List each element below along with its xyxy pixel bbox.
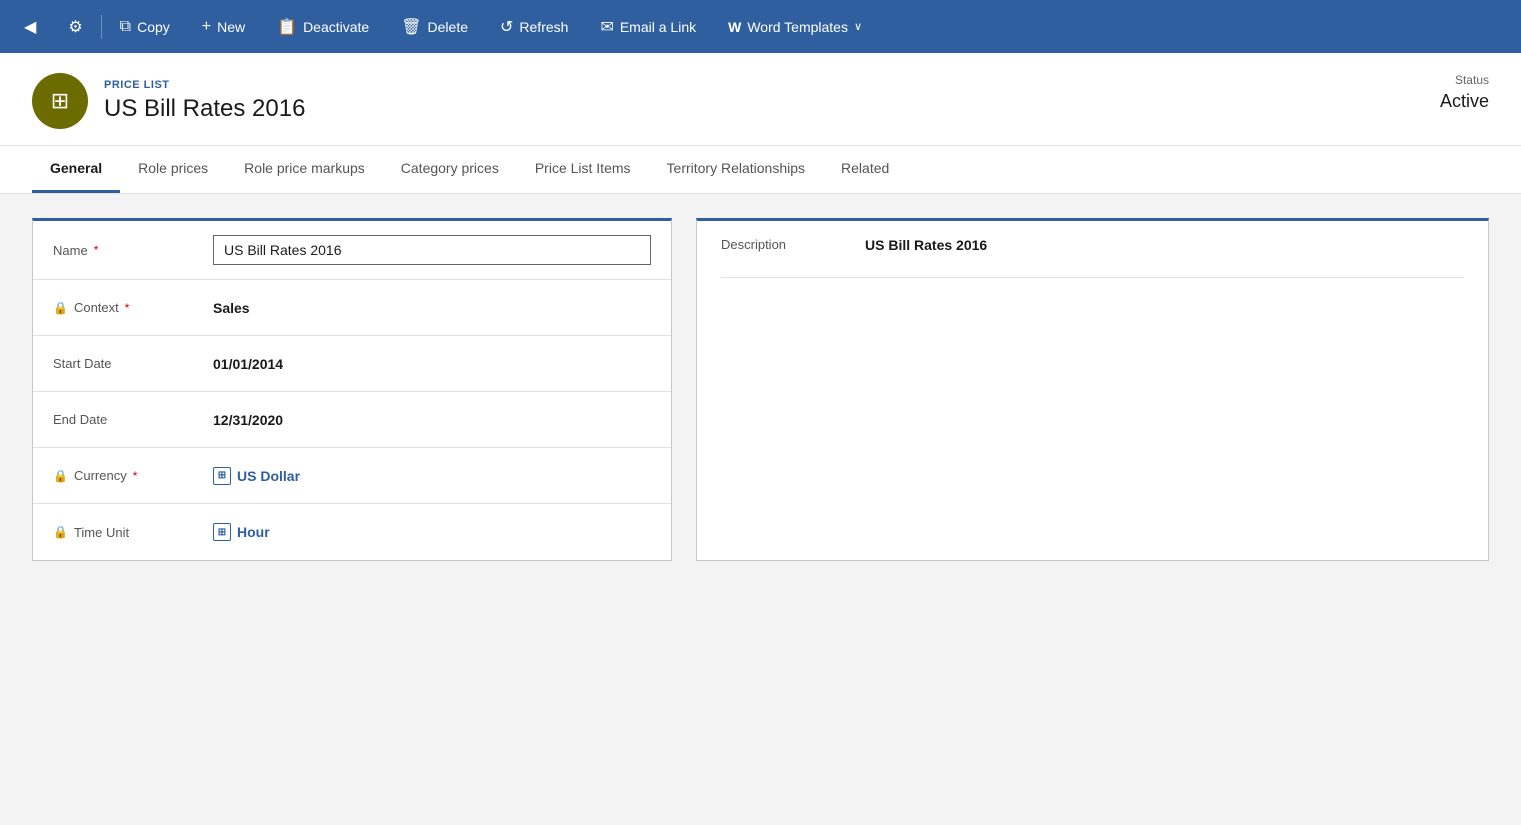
deactivate-icon: 📋: [277, 17, 297, 37]
tab-category-prices[interactable]: Category prices: [383, 146, 517, 193]
currency-required: *: [133, 469, 138, 483]
copy-label: Copy: [137, 19, 170, 35]
end-date-row: End Date 12/31/2020: [33, 392, 671, 448]
status-value: Active: [1440, 91, 1489, 112]
deactivate-button[interactable]: 📋 Deactivate: [261, 0, 385, 53]
end-date-label: End Date: [53, 412, 213, 427]
email-link-button[interactable]: ✉ Email a Link: [584, 0, 712, 53]
new-button[interactable]: + New: [186, 0, 261, 53]
header-right: Status Active: [1440, 73, 1489, 112]
refresh-button[interactable]: ↺ Refresh: [484, 0, 584, 53]
delete-label: Delete: [428, 19, 468, 35]
name-required: *: [94, 243, 99, 257]
tab-general[interactable]: General: [32, 146, 120, 193]
end-date-value: 12/31/2020: [213, 412, 651, 428]
header-section: ⊞ PRICE LIST US Bill Rates 2016 Status A…: [0, 53, 1521, 146]
entity-type: PRICE LIST: [104, 79, 305, 91]
tab-related[interactable]: Related: [823, 146, 907, 193]
entity-info: PRICE LIST US Bill Rates 2016: [104, 79, 305, 123]
copy-icon: ⧉: [120, 18, 131, 36]
time-unit-label-text: Time Unit: [74, 525, 129, 540]
name-row: Name *: [33, 221, 671, 280]
time-unit-value[interactable]: ⊞ Hour: [213, 523, 651, 541]
start-date-label-text: Start Date: [53, 356, 112, 371]
tab-price-list-items[interactable]: Price List Items: [517, 146, 649, 193]
entity-icon: ⊞: [32, 73, 88, 129]
description-row: Description US Bill Rates 2016: [697, 221, 1488, 269]
context-label: 🔒 Context *: [53, 300, 213, 315]
end-date-label-text: End Date: [53, 412, 107, 427]
back-icon: ◀: [24, 17, 36, 37]
settings-icon: ⚙: [68, 17, 82, 37]
email-icon: ✉: [600, 17, 613, 37]
back-button[interactable]: ◀: [8, 0, 52, 53]
settings-button[interactable]: ⚙: [52, 0, 98, 53]
chevron-down-icon: ∨: [854, 20, 862, 33]
currency-lookup-icon: ⊞: [213, 467, 231, 485]
delete-button[interactable]: 🗑 Delete: [385, 0, 484, 53]
context-lock-icon: 🔒: [53, 301, 68, 315]
header-left: ⊞ PRICE LIST US Bill Rates 2016: [32, 73, 305, 129]
tab-territory-relationships[interactable]: Territory Relationships: [649, 146, 824, 193]
status-label: Status: [1440, 73, 1489, 87]
refresh-label: Refresh: [519, 19, 568, 35]
tabs-container: General Role prices Role price markups C…: [0, 146, 1521, 194]
currency-label: 🔒 Currency *: [53, 468, 213, 483]
currency-label-text: Currency: [74, 468, 127, 483]
context-row: 🔒 Context * Sales: [33, 280, 671, 336]
tab-role-prices[interactable]: Role prices: [120, 146, 226, 193]
toolbar: ◀ ⚙ ⧉ Copy + New 📋 Deactivate 🗑 Delete ↺…: [0, 0, 1521, 53]
name-input[interactable]: [213, 235, 651, 265]
description-divider: [721, 277, 1464, 278]
toolbar-divider-1: [101, 15, 102, 39]
tab-role-price-markups[interactable]: Role price markups: [226, 146, 383, 193]
new-label: New: [217, 19, 245, 35]
description-panel: Description US Bill Rates 2016: [696, 218, 1489, 561]
time-unit-lookup-icon: ⊞: [213, 523, 231, 541]
word-icon: W: [728, 19, 741, 35]
entity-icon-symbol: ⊞: [51, 88, 69, 114]
start-date-value: 01/01/2014: [213, 356, 651, 372]
description-value: US Bill Rates 2016: [865, 237, 1464, 253]
time-unit-label: 🔒 Time Unit: [53, 525, 213, 540]
name-label-text: Name: [53, 243, 88, 258]
currency-row: 🔒 Currency * ⊞ US Dollar: [33, 448, 671, 504]
main-content: Name * 🔒 Context * Sales Start Date 01/0…: [0, 194, 1521, 585]
entity-name: US Bill Rates 2016: [104, 95, 305, 123]
context-required: *: [125, 301, 130, 315]
form-panel: Name * 🔒 Context * Sales Start Date 01/0…: [32, 218, 672, 561]
new-icon: +: [202, 18, 211, 36]
currency-value[interactable]: ⊞ US Dollar: [213, 467, 651, 485]
description-label: Description: [721, 237, 841, 253]
copy-button[interactable]: ⧉ Copy: [104, 0, 186, 53]
currency-lock-icon: 🔒: [53, 469, 68, 483]
time-unit-value-text: Hour: [237, 524, 270, 540]
time-unit-row: 🔒 Time Unit ⊞ Hour: [33, 504, 671, 560]
start-date-label: Start Date: [53, 356, 213, 371]
deactivate-label: Deactivate: [303, 19, 369, 35]
currency-value-text: US Dollar: [237, 468, 300, 484]
delete-icon: 🗑: [401, 17, 421, 37]
word-templates-button[interactable]: W Word Templates ∨: [712, 0, 878, 53]
name-label: Name *: [53, 243, 213, 258]
context-label-text: Context: [74, 300, 119, 315]
email-label: Email a Link: [620, 19, 696, 35]
word-templates-label: Word Templates: [747, 19, 848, 35]
refresh-icon: ↺: [500, 17, 513, 37]
time-unit-lock-icon: 🔒: [53, 525, 68, 539]
context-value: Sales: [213, 300, 651, 316]
start-date-row: Start Date 01/01/2014: [33, 336, 671, 392]
